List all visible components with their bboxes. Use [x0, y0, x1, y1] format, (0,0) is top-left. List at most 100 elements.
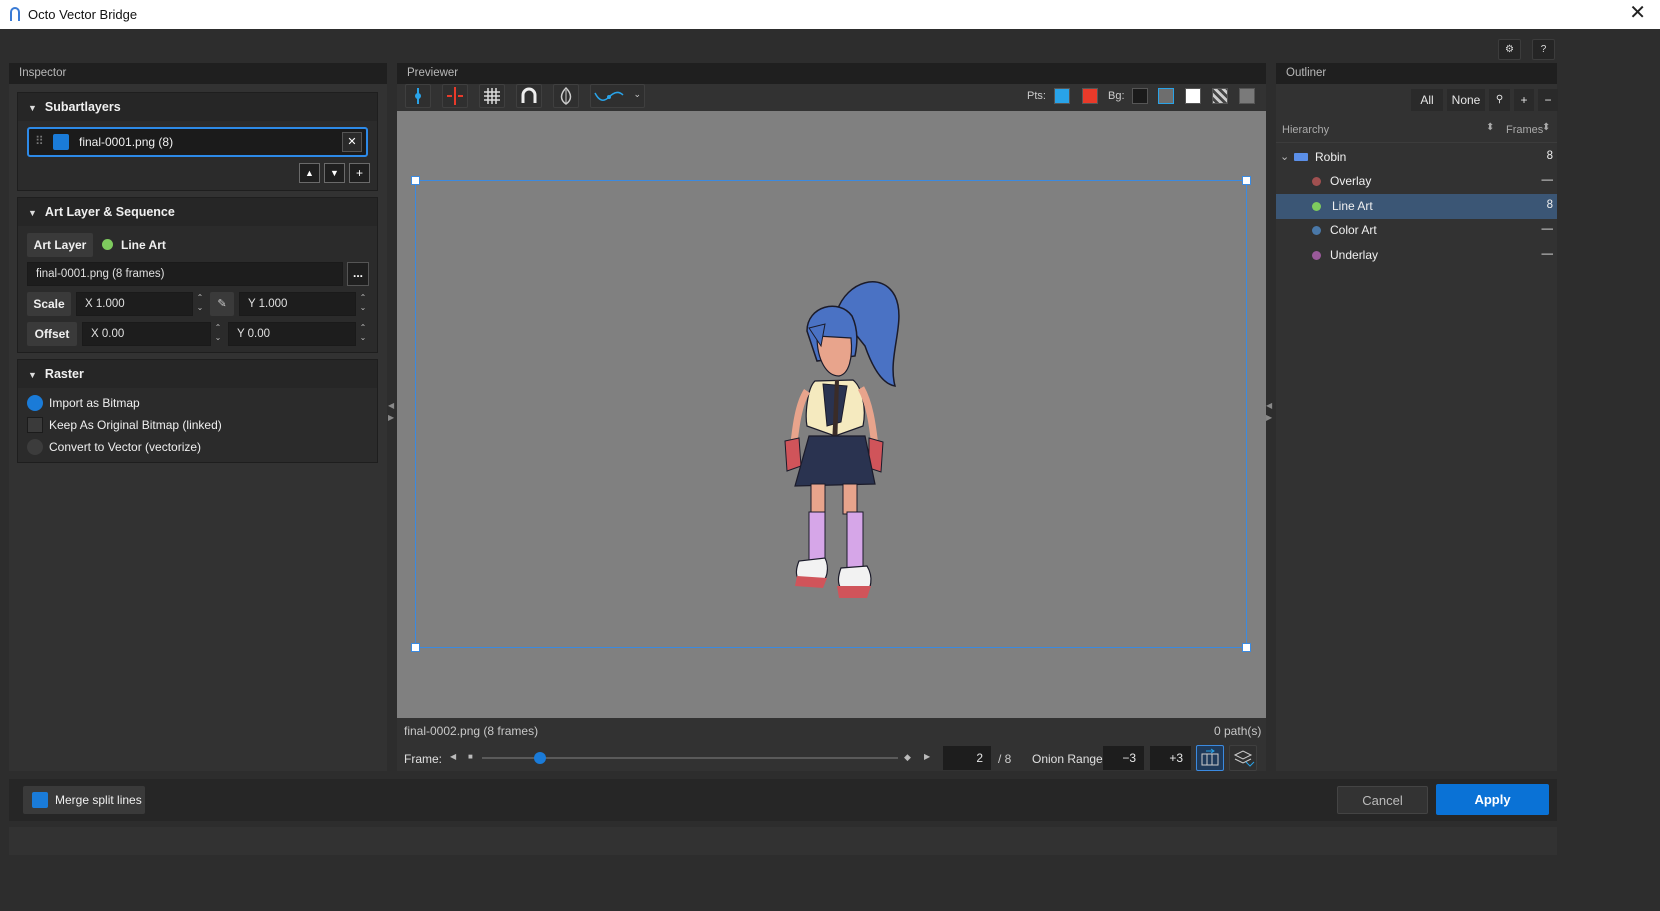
merge-split-lines-label: Merge split lines: [55, 793, 142, 807]
merge-split-lines-toggle[interactable]: Merge split lines: [23, 786, 145, 814]
add-subartlayer-button[interactable]: +: [349, 163, 370, 183]
layer-frames: —: [1541, 248, 1554, 260]
move-down-button[interactable]: ▼: [324, 163, 345, 183]
grid-icon: [484, 88, 500, 104]
pin-icon: [415, 88, 421, 104]
bg-gray[interactable]: [1158, 88, 1174, 104]
select-none-button[interactable]: None: [1447, 89, 1485, 111]
move-up-button[interactable]: ▲: [299, 163, 320, 183]
window-close-button[interactable]: ✕: [1629, 3, 1646, 23]
layer-name: Underlay: [1330, 248, 1379, 262]
offset-y-field[interactable]: Y 0.00: [228, 322, 356, 346]
art-layer-header[interactable]: ▼ Art Layer & Sequence: [18, 198, 377, 226]
magnet-tool-button[interactable]: [516, 84, 542, 108]
preview-canvas[interactable]: [397, 111, 1266, 718]
bg-custom[interactable]: [1239, 88, 1255, 104]
sort-icon[interactable]: ⬍: [1542, 122, 1550, 133]
select-all-button[interactable]: All: [1411, 89, 1443, 111]
cancel-button[interactable]: Cancel: [1337, 786, 1428, 814]
offset-x-stepper[interactable]: ⌃ ⌄: [211, 323, 225, 343]
layer-name: Color Art: [1330, 223, 1377, 237]
help-button[interactable]: ?: [1532, 39, 1555, 60]
scale-x-stepper[interactable]: ⌃ ⌄: [193, 293, 207, 313]
curve-icon: [594, 91, 624, 101]
subartlayer-color-swatch[interactable]: [53, 134, 69, 150]
offset-x-field[interactable]: X 0.00: [82, 322, 211, 346]
left-splitter-handle[interactable]: ◀ ▶: [388, 400, 394, 424]
link-scale-button[interactable]: ✎: [210, 292, 234, 316]
frame-number-field[interactable]: 2: [943, 746, 991, 770]
handle-bottom-right[interactable]: [1242, 643, 1251, 652]
window-title: Octo Vector Bridge: [28, 7, 138, 22]
subartlayer-item[interactable]: ⠿ final-0001.png (8) ✕: [27, 127, 368, 157]
onion-skin-toggle[interactable]: [1196, 745, 1224, 771]
preview-status-file: final-0002.png (8 frames): [404, 724, 539, 738]
raster-header[interactable]: ▼ Raster: [18, 360, 377, 388]
chevron-down-icon[interactable]: ⌄: [1280, 150, 1289, 163]
convert-to-vector-radio[interactable]: [27, 439, 43, 455]
onion-skin-icon: [1201, 748, 1219, 766]
add-layer-button[interactable]: +: [1514, 89, 1534, 111]
layer-frames: —: [1541, 223, 1554, 235]
outliner-layer-row[interactable]: Overlay —: [1276, 169, 1557, 194]
footer-bar: [9, 779, 1557, 821]
outliner-layer-row[interactable]: Color Art —: [1276, 218, 1557, 243]
layer-frames: 8: [1546, 199, 1553, 211]
pts-color-blue[interactable]: [1054, 88, 1070, 104]
onion-range-label: Onion Range: [1032, 752, 1103, 766]
first-frame-button[interactable]: ■: [468, 752, 473, 761]
apply-button[interactable]: Apply: [1436, 784, 1549, 815]
onion-plus-field[interactable]: +3: [1150, 746, 1191, 770]
scale-label: Scale: [27, 292, 71, 316]
bg-white[interactable]: [1185, 88, 1201, 104]
next-frame-button[interactable]: ▶: [924, 752, 930, 761]
handle-bottom-left[interactable]: [411, 643, 420, 652]
root-name: Robin: [1315, 150, 1347, 164]
onion-minus-field[interactable]: −3: [1103, 746, 1144, 770]
outliner-layer-row[interactable]: Underlay —: [1276, 243, 1557, 268]
bg-black[interactable]: [1132, 88, 1148, 104]
subartlayers-header[interactable]: ▼ Subartlayers: [18, 93, 377, 121]
outliner-header: Outliner: [1276, 63, 1557, 84]
keyframe-marker[interactable]: ◆: [904, 752, 911, 763]
prev-frame-button[interactable]: ◀: [450, 752, 456, 761]
import-as-bitmap-radio[interactable]: [27, 395, 43, 411]
remove-subartlayer-button[interactable]: ✕: [342, 132, 362, 152]
keep-original-checkbox[interactable]: [27, 417, 43, 433]
inspector-header: Inspector: [9, 63, 387, 84]
pts-label: Pts:: [1027, 90, 1046, 102]
bg-label: Bg:: [1108, 90, 1125, 102]
scale-y-stepper[interactable]: ⌃ ⌄: [356, 293, 370, 313]
merge-checkbox[interactable]: [32, 792, 48, 808]
sort-icon[interactable]: ⬍: [1486, 122, 1494, 133]
pin-tool-button[interactable]: [405, 84, 431, 108]
right-splitter-handle[interactable]: ◀ ▶: [1266, 400, 1272, 424]
leaf-icon: [560, 86, 572, 105]
search-button[interactable]: ⚲: [1489, 89, 1510, 111]
outliner-layer-row-selected[interactable]: Line Art 8: [1276, 194, 1557, 219]
chevron-down-icon: ⌄: [633, 89, 641, 99]
outliner-root-row[interactable]: ⌄ Robin 8: [1276, 145, 1557, 170]
app-icon: [10, 7, 20, 21]
layers-toggle[interactable]: [1229, 745, 1257, 771]
hierarchy-column-label[interactable]: Hierarchy: [1282, 124, 1329, 136]
settings-button[interactable]: ⚙: [1498, 39, 1521, 60]
frames-column-label[interactable]: Frames: [1506, 124, 1543, 136]
scale-y-field[interactable]: Y 1.000: [239, 292, 356, 316]
bg-checker[interactable]: [1212, 88, 1228, 104]
drag-handle-icon[interactable]: ⠿: [35, 134, 44, 148]
art-layer-button[interactable]: Art Layer: [27, 233, 93, 257]
split-tool-button[interactable]: [442, 84, 468, 108]
offset-y-stepper[interactable]: ⌃ ⌄: [356, 323, 370, 343]
handle-top-left[interactable]: [411, 176, 420, 185]
browse-button[interactable]: ...: [347, 262, 369, 286]
remove-layer-button[interactable]: −: [1538, 89, 1558, 111]
search-icon: ⚲: [1495, 94, 1504, 105]
pts-color-red[interactable]: [1082, 88, 1098, 104]
curve-mode-dropdown[interactable]: ⌄: [590, 84, 645, 108]
grid-toggle-button[interactable]: [479, 84, 505, 108]
stroke-tool-button[interactable]: [553, 84, 579, 108]
scale-x-field[interactable]: X 1.000: [76, 292, 193, 316]
handle-top-right[interactable]: [1242, 176, 1251, 185]
file-field[interactable]: final-0001.png (8 frames): [27, 262, 343, 286]
